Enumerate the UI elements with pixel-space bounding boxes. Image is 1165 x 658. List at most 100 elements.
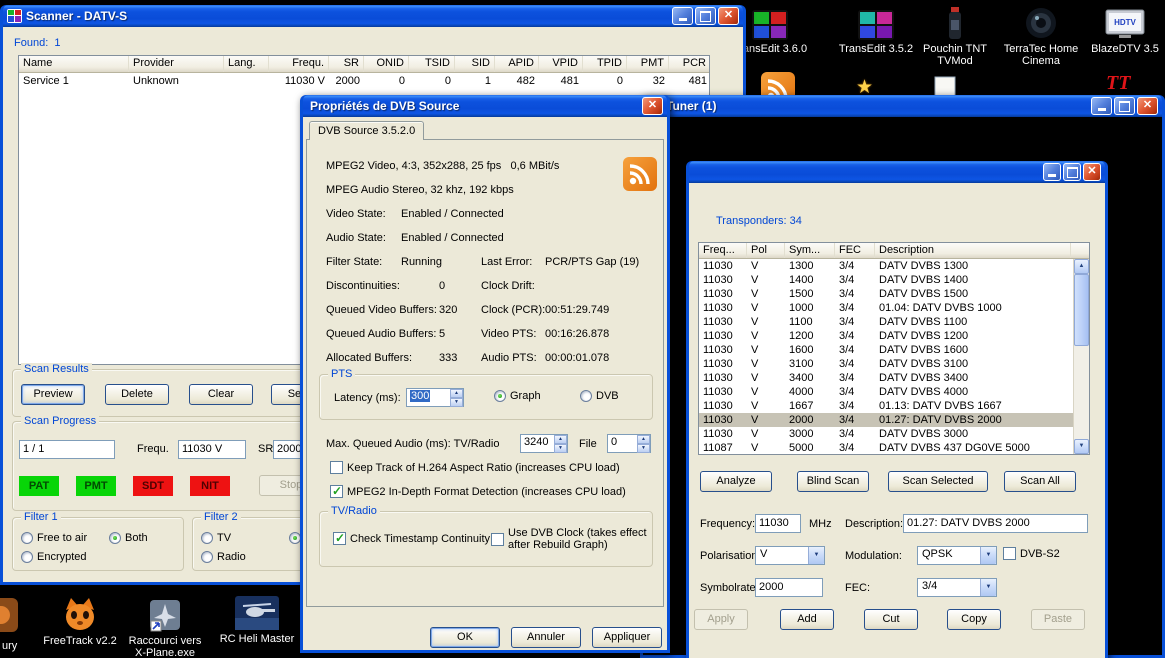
polarisation-select[interactable]: V ▼ <box>755 546 825 565</box>
column-header[interactable]: APID <box>495 56 539 72</box>
column-header[interactable]: ONID <box>364 56 409 72</box>
analyze-button[interactable]: Analyze <box>700 471 772 492</box>
h264-aspect-checkbox[interactable]: Keep Track of H.264 Aspect Ratio (increa… <box>330 461 620 474</box>
close-button[interactable]: ✕ <box>718 7 739 25</box>
list-row[interactable]: 11030V10003/401.04: DATV DVBS 1000 <box>699 301 1089 315</box>
maximize-button[interactable] <box>695 7 716 25</box>
scrollbar[interactable]: ▲ ▼ <box>1073 259 1089 454</box>
list-row[interactable]: 11030V40003/4DATV DVBS 4000 <box>699 385 1089 399</box>
copy-button[interactable]: Copy <box>947 609 1001 630</box>
radio-dvb[interactable]: DVB <box>580 390 619 402</box>
list-row[interactable]: 11087V50003/4DATV DVBS 437 DG0VE 5000 <box>699 441 1089 455</box>
column-header[interactable]: Name <box>19 56 129 72</box>
fec-select[interactable]: 3/4 ▼ <box>917 578 997 597</box>
close-button[interactable]: ✕ <box>1137 97 1158 115</box>
description-input[interactable]: 01.27: DATV DVBS 2000 <box>903 514 1088 533</box>
scroll-down-icon[interactable]: ▼ <box>1074 439 1089 454</box>
close-button[interactable]: ✕ <box>1083 163 1101 181</box>
scan-selected-button[interactable]: Scan Selected <box>888 471 988 492</box>
ok-button[interactable]: OK <box>430 627 500 648</box>
list-row[interactable]: 11030V14003/4DATV DVBS 1400 <box>699 273 1089 287</box>
mpeg2-indepth-checkbox[interactable]: MPEG2 In-Depth Format Detection (increas… <box>330 485 626 498</box>
apply-button[interactable]: Apply <box>694 609 748 630</box>
dropdown-arrow-icon[interactable]: ▼ <box>808 547 824 564</box>
scroll-up-icon[interactable]: ▲ <box>1074 259 1089 274</box>
desktop-icon-blazedtv[interactable]: HDTV BlazeDTV 3.5 <box>1087 4 1163 55</box>
desktop-icon-terratec[interactable]: TerraTec Home Cinema <box>1001 4 1081 67</box>
column-header[interactable]: TPID <box>583 56 627 72</box>
list-row[interactable]: 11030V31003/4DATV DVBS 3100 <box>699 357 1089 371</box>
radio-both[interactable]: Both <box>109 532 148 544</box>
modulation-select[interactable]: QPSK ▼ <box>917 546 997 565</box>
blind-scan-button[interactable]: Blind Scan <box>797 471 869 492</box>
cut-button[interactable]: Cut <box>864 609 918 630</box>
list-row[interactable]: 11030V16673/401.13: DATV DVBS 1667 <box>699 399 1089 413</box>
column-header[interactable]: Frequ. <box>269 56 329 72</box>
list-row[interactable]: 11030V15003/4DATV DVBS 1500 <box>699 287 1089 301</box>
tuner-titlebar[interactable]: Tuner (1) ✕ <box>643 95 1162 117</box>
add-button[interactable]: Add <box>780 609 834 630</box>
dvbs2-checkbox[interactable]: DVB-S2 <box>1003 547 1060 560</box>
list-row[interactable]: 11030V13003/4DATV DVBS 1300 <box>699 259 1089 273</box>
column-header[interactable]: Freq... <box>699 243 747 258</box>
column-header[interactable]: FEC <box>835 243 875 258</box>
column-header[interactable]: Description <box>875 243 1071 258</box>
max-audio-tv-spinner[interactable]: 3240 ▲▼ <box>520 434 568 453</box>
list-row[interactable]: Service 1Unknown11030 V20000014824810324… <box>19 73 709 89</box>
preview-button[interactable]: Preview <box>21 384 85 405</box>
column-header[interactable]: Provider <box>129 56 224 72</box>
clear-button[interactable]: Clear <box>189 384 253 405</box>
progress-field[interactable]: 1 / 1 <box>19 440 115 459</box>
desktop-icon-freetrack[interactable]: FreeTrack v2.2 <box>35 596 125 647</box>
column-header[interactable]: TSID <box>409 56 455 72</box>
scanner-titlebar[interactable]: Scanner - DATV-S ✕ <box>3 5 743 27</box>
close-button[interactable]: ✕ <box>642 97 663 115</box>
maximize-button[interactable] <box>1063 163 1081 181</box>
frequency-field[interactable]: 11030 V <box>178 440 246 459</box>
column-header[interactable]: PMT <box>627 56 669 72</box>
list-row[interactable]: 11030V34003/4DATV DVBS 3400 <box>699 371 1089 385</box>
column-header[interactable]: SID <box>455 56 495 72</box>
radio-radio[interactable]: Radio <box>201 551 246 563</box>
column-header[interactable]: VPID <box>539 56 583 72</box>
column-header[interactable]: Sym... <box>785 243 835 258</box>
desktop-icon-xplane-shortcut[interactable]: Raccourci vers X-Plane.exe <box>122 596 208 658</box>
list-row[interactable]: 11030V20003/401.27: DATV DVBS 2000 <box>699 413 1089 427</box>
dialog-titlebar[interactable]: Propriétés de DVB Source ✕ <box>303 95 667 117</box>
spin-up-icon[interactable]: ▲ <box>637 435 650 444</box>
symbolrate-input[interactable]: 2000 <box>755 578 823 597</box>
spin-up-icon[interactable]: ▲ <box>450 389 463 398</box>
desktop-icon-transedit-352[interactable]: TransEdit 3.5.2 <box>836 4 916 55</box>
apply-button[interactable]: Appliquer <box>592 627 662 648</box>
transponder-titlebar[interactable]: ✕ <box>689 161 1105 183</box>
delete-button[interactable]: Delete <box>105 384 169 405</box>
list-row[interactable]: 11030V16003/4DATV DVBS 1600 <box>699 343 1089 357</box>
minimize-button[interactable] <box>1091 97 1112 115</box>
desktop-icon-label[interactable]: ury <box>2 640 17 652</box>
timestamp-continuity-checkbox[interactable]: Check Timestamp Continuity <box>333 532 490 545</box>
radio-graph[interactable]: Graph <box>494 390 541 402</box>
list-row[interactable]: 11030V12003/4DATV DVBS 1200 <box>699 329 1089 343</box>
tt-logo-icon[interactable]: TT <box>1104 70 1148 97</box>
list-row[interactable]: 11030V30003/4DATV DVBS 3000 <box>699 427 1089 441</box>
dropdown-arrow-icon[interactable]: ▼ <box>980 547 996 564</box>
spin-down-icon[interactable]: ▼ <box>450 398 463 407</box>
spin-down-icon[interactable]: ▼ <box>554 444 567 453</box>
clipped-app-icon[interactable] <box>0 598 18 635</box>
desktop-icon-rc-heli[interactable]: RC Heli Master <box>212 594 302 645</box>
column-header[interactable]: Pol <box>747 243 785 258</box>
paste-button[interactable]: Paste <box>1031 609 1085 630</box>
spin-down-icon[interactable]: ▼ <box>637 444 650 453</box>
dvb-clock-checkbox[interactable]: Use DVB Clock (takes effect after Rebuil… <box>491 522 651 556</box>
latency-spinner[interactable]: 300 ▲▼ <box>406 388 464 407</box>
minimize-button[interactable] <box>1043 163 1061 181</box>
tab-dvb-source[interactable]: DVB Source 3.5.2.0 <box>309 121 424 140</box>
max-audio-file-spinner[interactable]: 0 ▲▼ <box>607 434 651 453</box>
desktop-icon-pouchin-tnt[interactable]: Pouchin TNT TVMod <box>915 4 995 67</box>
frequency-input[interactable]: 11030 <box>755 514 801 533</box>
minimize-button[interactable] <box>672 7 693 25</box>
radio-free-to-air[interactable]: Free to air <box>21 532 87 544</box>
radio-encrypted[interactable]: Encrypted <box>21 551 87 563</box>
dropdown-arrow-icon[interactable]: ▼ <box>980 579 996 596</box>
list-row[interactable]: 11030V11003/4DATV DVBS 1100 <box>699 315 1089 329</box>
